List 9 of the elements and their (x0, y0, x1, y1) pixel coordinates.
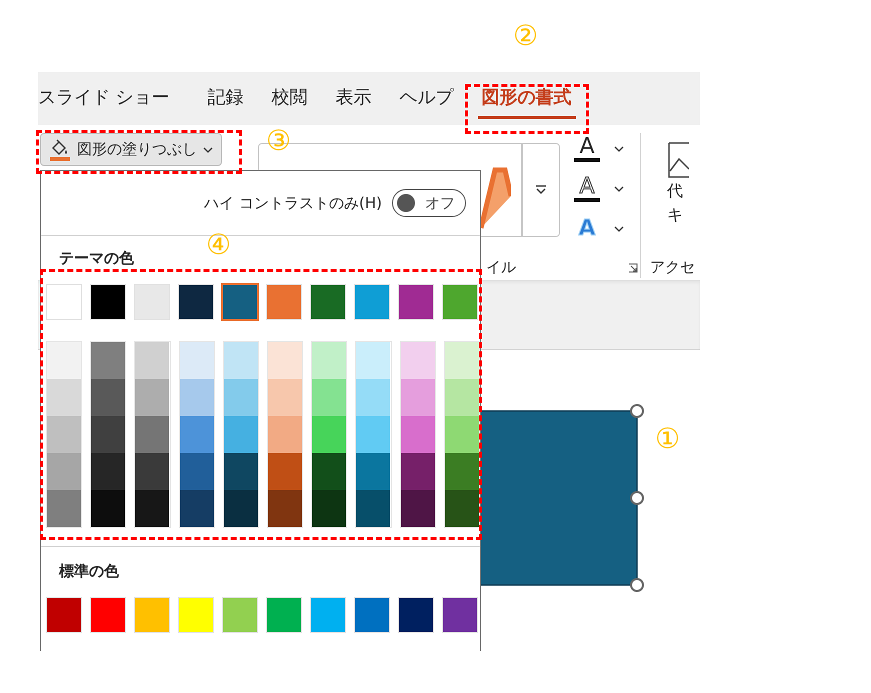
step-number: ② (513, 22, 538, 50)
step-number: ③ (266, 127, 292, 155)
section-heading: 標準の色 (59, 561, 119, 581)
group-label: アクセ (650, 258, 695, 277)
section-heading: テーマの色 (59, 248, 134, 268)
group-label: イル (486, 258, 516, 277)
step-number: ④ (206, 231, 232, 259)
high-contrast-label: ハイ コントラストのみ(H) (204, 194, 382, 212)
step-number: ① (655, 425, 680, 453)
